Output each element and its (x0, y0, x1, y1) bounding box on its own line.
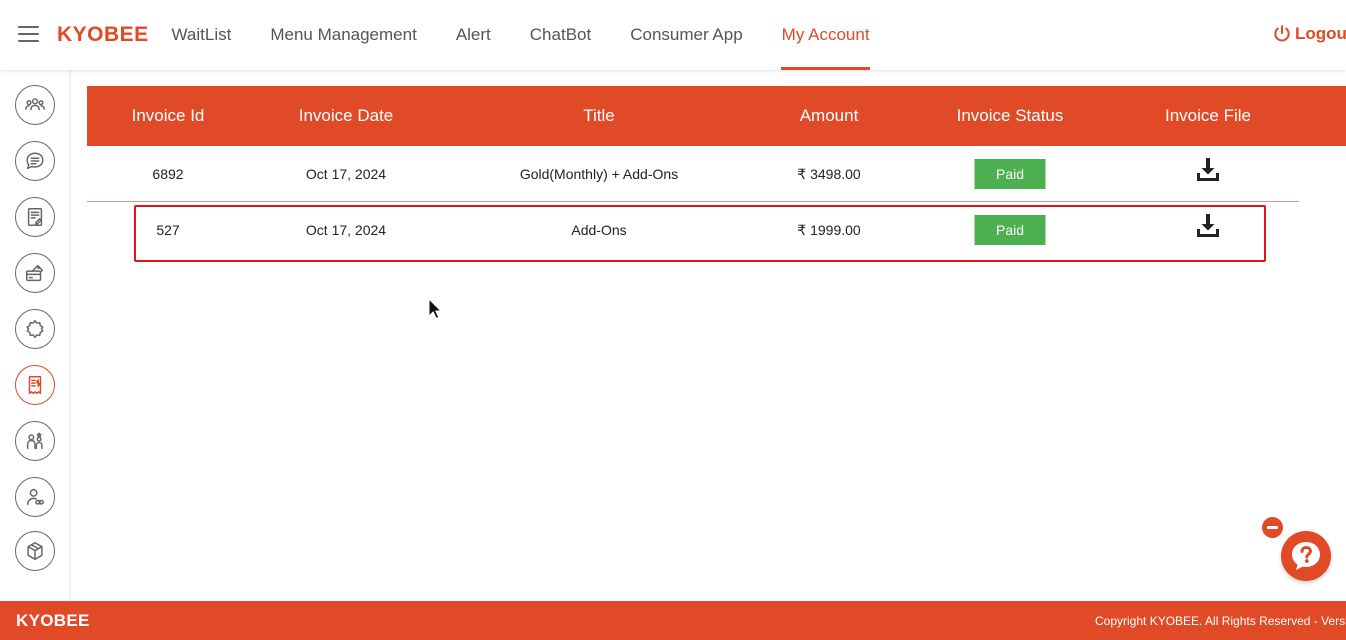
download-icon[interactable] (1196, 213, 1220, 239)
column-header-invoice-id[interactable]: Invoice Id (132, 86, 205, 146)
logout-label: Logout (1295, 24, 1346, 43)
chat-minimize-button[interactable] (1262, 517, 1283, 538)
nav-alert[interactable]: Alert (436, 0, 510, 70)
help-question-icon (1292, 542, 1320, 570)
top-navbar: KYOBEE WaitList Menu Management Alert Ch… (0, 0, 1346, 70)
sidebar-item-staff[interactable] (15, 421, 55, 461)
column-header-invoice-date[interactable]: Invoice Date (299, 86, 394, 146)
invoice-table-header: Invoice Id Invoice Date Title Amount Inv… (87, 86, 1346, 146)
column-header-title[interactable]: Title (583, 86, 615, 146)
column-header-amount[interactable]: Amount (800, 86, 859, 146)
sidebar-item-integrations[interactable] (15, 309, 55, 349)
footer-copyright: Copyright KYOBEE. All Rights Reserved - … (1095, 614, 1346, 628)
nav-my-account[interactable]: My Account (762, 0, 889, 70)
hamburger-menu-icon[interactable] (18, 26, 39, 42)
invoice-title-cell: Gold(Monthly) + Add-Ons (519, 166, 679, 182)
main-nav: WaitList Menu Management Alert ChatBot C… (152, 0, 889, 70)
invoice-id-cell: 6892 (152, 166, 184, 182)
nav-consumer-app[interactable]: Consumer App (611, 0, 762, 70)
invoice-title-cell: Add-Ons (571, 222, 627, 238)
nav-waitlist[interactable]: WaitList (152, 0, 251, 70)
footer-brand: KYOBEE (16, 611, 90, 630)
table-row: 527 Oct 17, 2024 Add-Ons ₹ 1999.00 Paid (87, 202, 1299, 258)
logout-button[interactable]: Logout (1272, 24, 1346, 44)
invoice-receipt-icon (28, 376, 42, 394)
staff-people-icon (26, 432, 43, 450)
sidebar-item-documents[interactable] (15, 197, 55, 237)
mouse-cursor-icon (428, 298, 442, 320)
payment-card-icon (26, 264, 44, 282)
chat-list-icon (26, 152, 44, 170)
users-group-icon (25, 98, 45, 111)
sidebar-item-packages[interactable] (15, 531, 55, 571)
sidebar-item-payments[interactable] (15, 253, 55, 293)
invoice-amount-cell: ₹ 1999.00 (797, 222, 861, 238)
download-icon[interactable] (1196, 157, 1220, 183)
sidebar (0, 70, 71, 601)
puzzle-settings-icon (26, 320, 44, 338)
sidebar-item-users[interactable] (15, 85, 55, 125)
nav-menu-management[interactable]: Menu Management (251, 0, 436, 70)
footer: KYOBEE Copyright KYOBEE. All Rights Rese… (0, 601, 1346, 640)
help-chat-button[interactable] (1281, 531, 1331, 581)
brand-logo[interactable]: KYOBEE (57, 23, 149, 47)
table-row: 6892 Oct 17, 2024 Gold(Monthly) + Add-On… (87, 146, 1299, 202)
sidebar-item-messages[interactable] (15, 141, 55, 181)
column-header-invoice-file[interactable]: Invoice File (1165, 86, 1251, 146)
sidebar-item-invoices[interactable] (15, 365, 55, 405)
invoice-id-cell: 527 (156, 222, 180, 238)
sidebar-item-user-link[interactable] (15, 477, 55, 517)
package-box-icon (27, 542, 43, 560)
power-icon (1274, 25, 1290, 42)
invoice-date-cell: Oct 17, 2024 (305, 222, 387, 238)
column-header-invoice-status[interactable]: Invoice Status (957, 86, 1064, 146)
status-badge: Paid (974, 159, 1046, 189)
nav-chatbot[interactable]: ChatBot (510, 0, 610, 70)
document-edit-icon (27, 208, 43, 226)
status-badge: Paid (974, 215, 1046, 245)
user-link-icon (26, 488, 44, 506)
invoice-date-cell: Oct 17, 2024 (305, 166, 387, 182)
invoice-amount-cell: ₹ 3498.00 (797, 166, 861, 182)
